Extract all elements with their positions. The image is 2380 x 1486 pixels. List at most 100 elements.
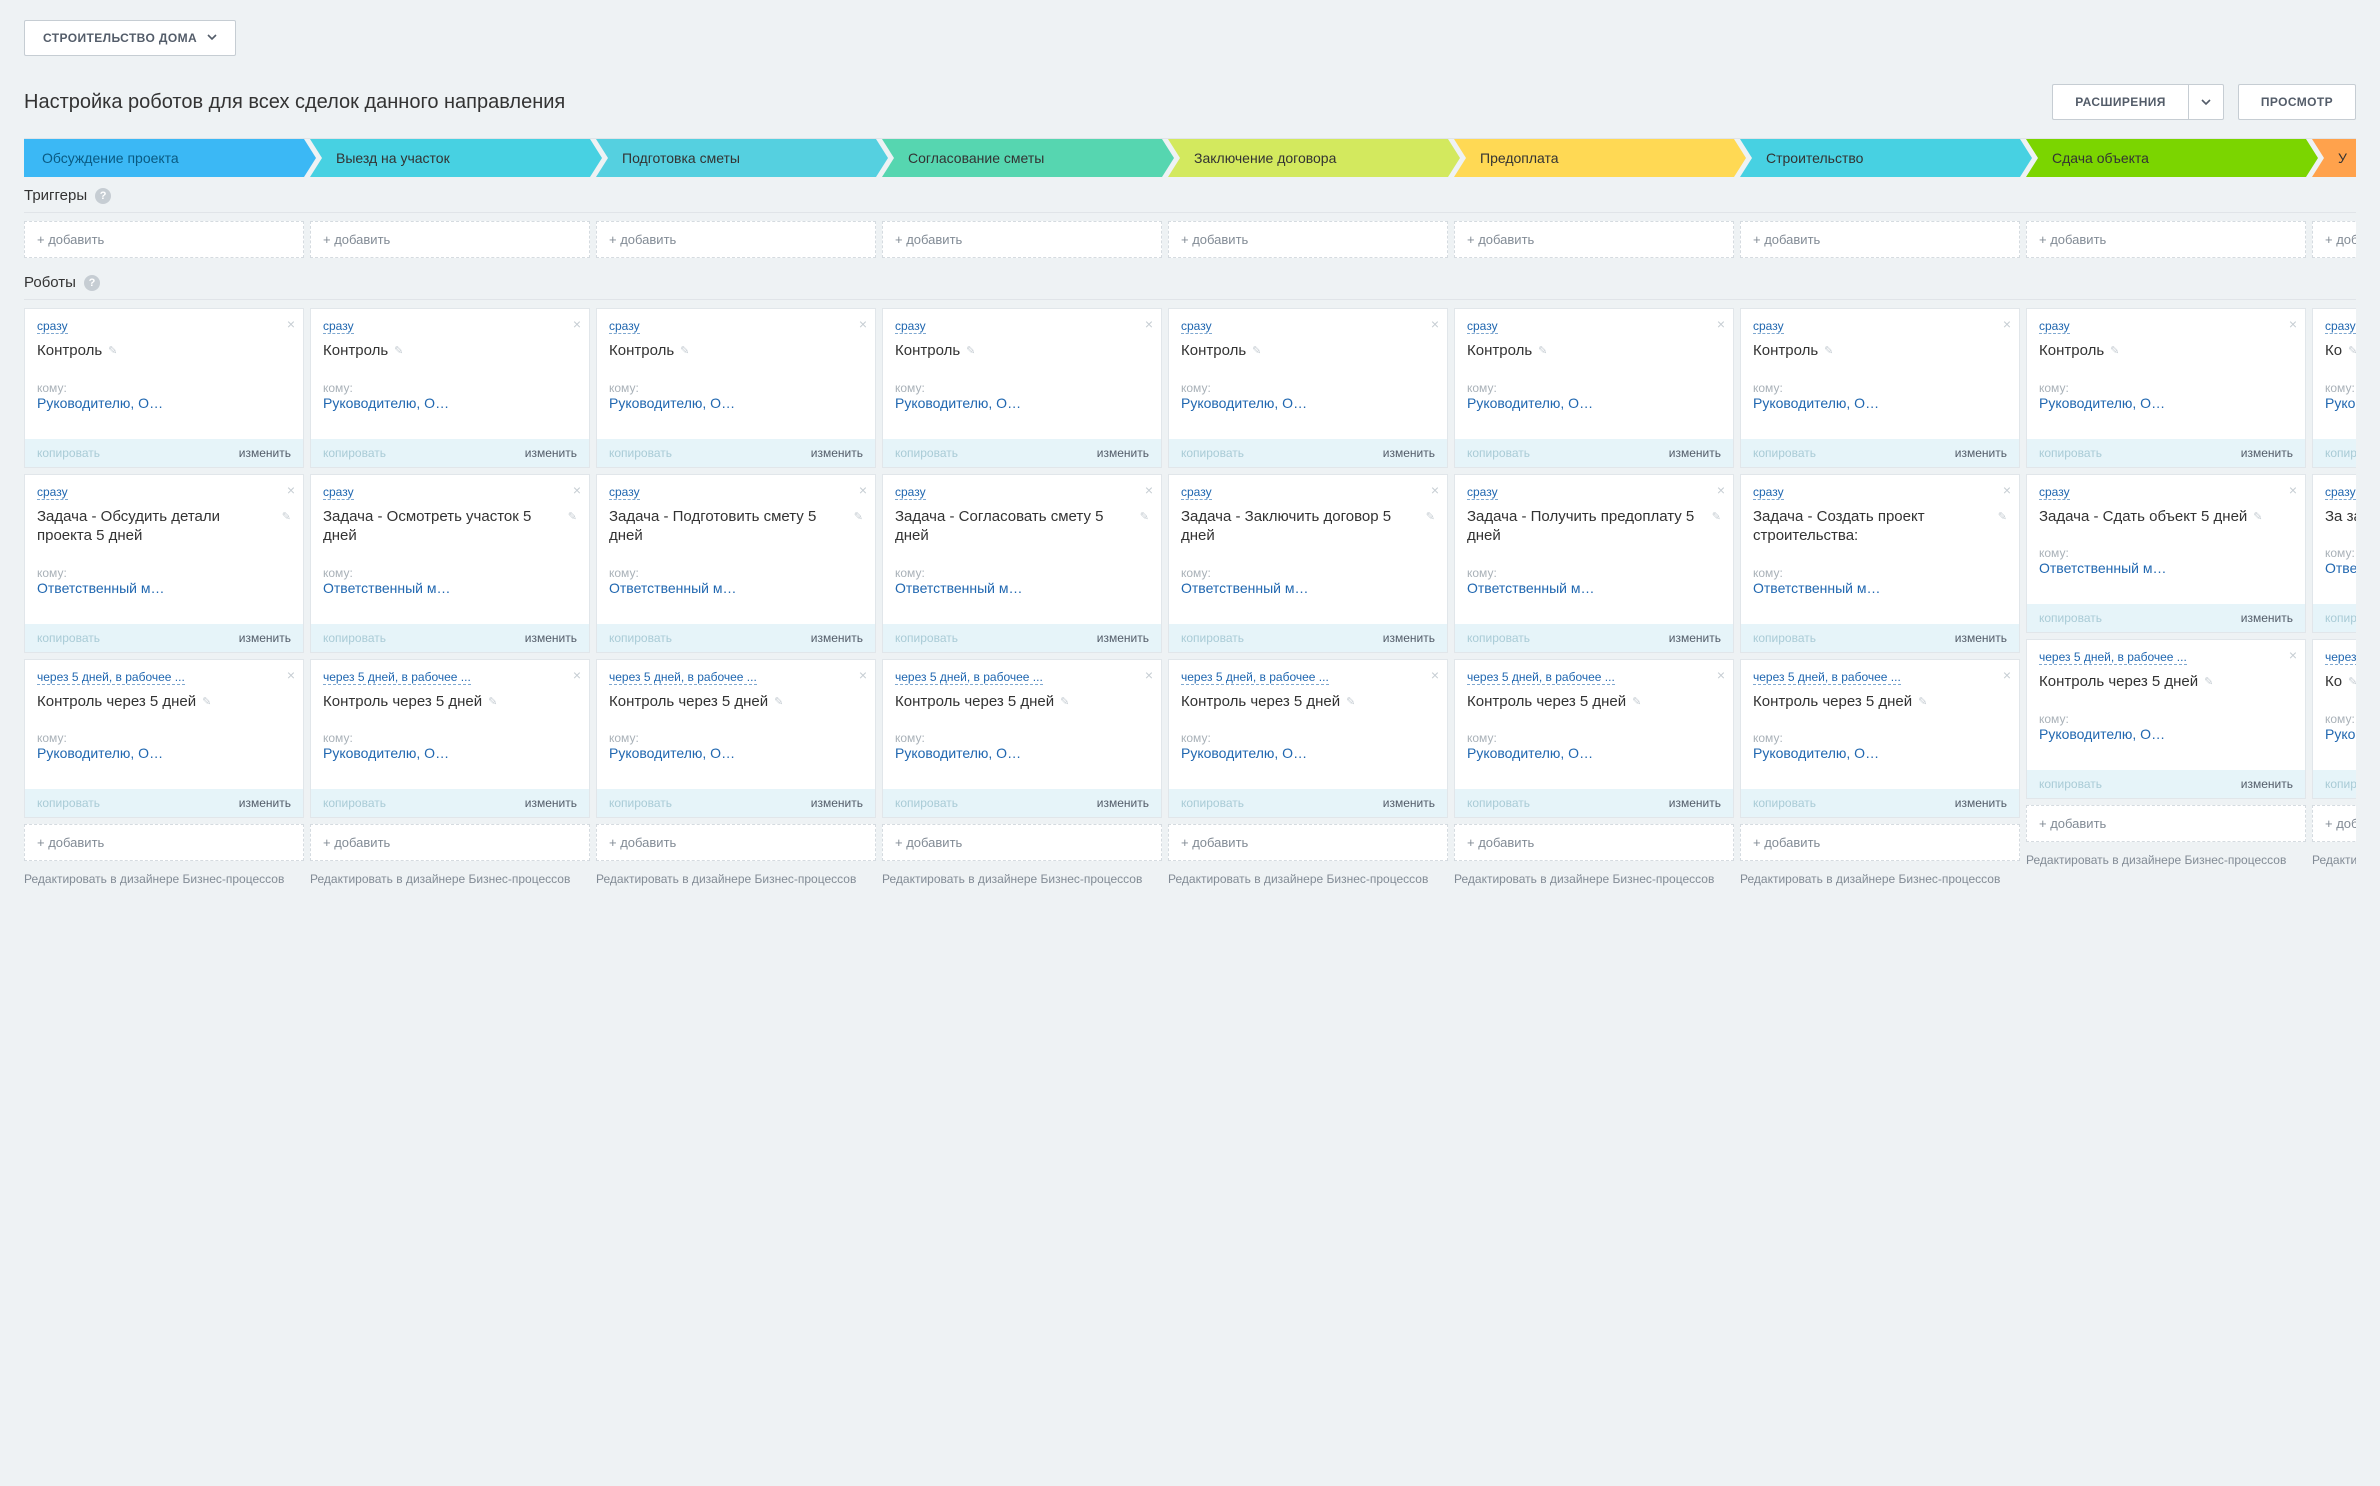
robot-timing-link[interactable]: через 5 дней, в рабочее ... <box>609 670 757 685</box>
robot-timing-link[interactable]: сразу <box>37 485 68 500</box>
pencil-icon[interactable]: ✎ <box>1632 695 1641 709</box>
recipient-link[interactable]: Руководителю, О… <box>1753 745 2007 761</box>
copy-button[interactable]: копировать <box>1181 796 1244 810</box>
add-trigger-button[interactable]: + добавить <box>310 221 590 258</box>
add-trigger-button[interactable]: + добавить <box>882 221 1162 258</box>
copy-button[interactable]: копировать <box>1181 631 1244 645</box>
stage-tab[interactable]: Подготовка сметы <box>596 139 876 177</box>
close-icon[interactable]: × <box>573 482 581 498</box>
pencil-icon[interactable]: ✎ <box>2110 344 2119 358</box>
copy-button[interactable]: копировать <box>323 631 386 645</box>
pencil-icon[interactable]: ✎ <box>202 695 211 709</box>
change-button[interactable]: изменить <box>1955 631 2007 645</box>
close-icon[interactable]: × <box>1145 316 1153 332</box>
robot-timing-link[interactable]: через 5 дней, в рабочее ... <box>1181 670 1329 685</box>
robot-timing-link[interactable]: сразу <box>1753 485 1784 500</box>
close-icon[interactable]: × <box>2289 316 2297 332</box>
robot-timing-link[interactable]: через 5 дней, в рабочее ... <box>1467 670 1615 685</box>
recipient-link[interactable]: Руководителю, О… <box>895 745 1149 761</box>
preview-button[interactable]: ПРОСМОТР <box>2238 84 2356 120</box>
recipient-link[interactable]: Ответственный м… <box>2325 560 2356 576</box>
recipient-link[interactable]: Руководителю, О… <box>323 395 577 411</box>
copy-button[interactable]: копировать <box>609 796 672 810</box>
designer-link[interactable]: Редактировать в дизайнере Бизнес-процесс… <box>1168 871 1448 888</box>
copy-button[interactable]: копировать <box>37 631 100 645</box>
recipient-link[interactable]: Руководителю, О… <box>1753 395 2007 411</box>
close-icon[interactable]: × <box>2003 667 2011 683</box>
close-icon[interactable]: × <box>573 316 581 332</box>
close-icon[interactable]: × <box>1145 667 1153 683</box>
robot-timing-link[interactable]: через 5 дней, в рабочее ... <box>37 670 185 685</box>
pencil-icon[interactable]: ✎ <box>1252 344 1261 358</box>
designer-link[interactable]: Редактировать в дизайнере Бизнес-процесс… <box>2312 852 2356 869</box>
robot-timing-link[interactable]: сразу <box>37 319 68 334</box>
close-icon[interactable]: × <box>287 316 295 332</box>
change-button[interactable]: изменить <box>525 446 577 460</box>
change-button[interactable]: изменить <box>525 796 577 810</box>
change-button[interactable]: изменить <box>239 796 291 810</box>
close-icon[interactable]: × <box>1717 316 1725 332</box>
robot-timing-link[interactable]: сразу <box>2325 485 2356 500</box>
change-button[interactable]: изменить <box>1955 446 2007 460</box>
change-button[interactable]: изменить <box>1097 446 1149 460</box>
stage-tab[interactable]: Строительство <box>1740 139 2020 177</box>
add-robot-button[interactable]: + добавить <box>882 824 1162 861</box>
recipient-link[interactable]: Ответственный м… <box>1467 580 1721 596</box>
change-button[interactable]: изменить <box>1097 631 1149 645</box>
add-robot-button[interactable]: + добавить <box>596 824 876 861</box>
add-trigger-button[interactable]: + добавить <box>2026 221 2306 258</box>
extensions-button[interactable]: РАСШИРЕНИЯ <box>2052 84 2188 120</box>
copy-button[interactable]: копировать <box>1467 796 1530 810</box>
designer-link[interactable]: Редактировать в дизайнере Бизнес-процесс… <box>24 871 304 888</box>
copy-button[interactable]: копировать <box>1467 631 1530 645</box>
close-icon[interactable]: × <box>287 482 295 498</box>
change-button[interactable]: изменить <box>1383 631 1435 645</box>
pencil-icon[interactable]: ✎ <box>1060 695 1069 709</box>
add-trigger-button[interactable]: + добавить <box>1168 221 1448 258</box>
help-icon[interactable]: ? <box>95 188 111 204</box>
change-button[interactable]: изменить <box>1955 796 2007 810</box>
robot-timing-link[interactable]: сразу <box>2325 319 2356 334</box>
pencil-icon[interactable]: ✎ <box>1712 510 1721 524</box>
recipient-link[interactable]: Ответственный м… <box>2039 560 2293 576</box>
close-icon[interactable]: × <box>859 316 867 332</box>
pencil-icon[interactable]: ✎ <box>680 344 689 358</box>
pencil-icon[interactable]: ✎ <box>1918 695 1927 709</box>
add-trigger-button[interactable]: + добавить <box>2312 221 2356 258</box>
close-icon[interactable]: × <box>2003 316 2011 332</box>
stage-tab[interactable]: Обсуждение проекта <box>24 139 304 177</box>
add-trigger-button[interactable]: + добавить <box>24 221 304 258</box>
robot-timing-link[interactable]: сразу <box>1181 485 1212 500</box>
stage-tab[interactable]: У <box>2312 139 2356 177</box>
stage-tab[interactable]: Сдача объекта <box>2026 139 2306 177</box>
close-icon[interactable]: × <box>2003 482 2011 498</box>
pencil-icon[interactable]: ✎ <box>1140 510 1149 524</box>
close-icon[interactable]: × <box>573 667 581 683</box>
recipient-link[interactable]: Руководителю, О… <box>2039 726 2293 742</box>
recipient-link[interactable]: Руководителю, О… <box>323 745 577 761</box>
add-robot-button[interactable]: + добавить <box>310 824 590 861</box>
copy-button[interactable]: копировать <box>2325 446 2356 460</box>
copy-button[interactable]: копировать <box>1753 631 1816 645</box>
pencil-icon[interactable]: ✎ <box>1426 510 1435 524</box>
copy-button[interactable]: копировать <box>895 796 958 810</box>
robot-timing-link[interactable]: сразу <box>895 485 926 500</box>
pencil-icon[interactable]: ✎ <box>774 695 783 709</box>
pencil-icon[interactable]: ✎ <box>2348 675 2356 689</box>
robot-timing-link[interactable]: сразу <box>323 485 354 500</box>
change-button[interactable]: изменить <box>1669 446 1721 460</box>
add-trigger-button[interactable]: + добавить <box>596 221 876 258</box>
designer-link[interactable]: Редактировать в дизайнере Бизнес-процесс… <box>1740 871 2020 888</box>
copy-button[interactable]: копировать <box>323 446 386 460</box>
copy-button[interactable]: копировать <box>323 796 386 810</box>
copy-button[interactable]: копировать <box>2325 611 2356 625</box>
copy-button[interactable]: копировать <box>2039 611 2102 625</box>
copy-button[interactable]: копировать <box>2325 777 2356 791</box>
add-robot-button[interactable]: + добавить <box>1454 824 1734 861</box>
pencil-icon[interactable]: ✎ <box>488 695 497 709</box>
pencil-icon[interactable]: ✎ <box>2348 344 2356 358</box>
stage-tab[interactable]: Заключение договора <box>1168 139 1448 177</box>
copy-button[interactable]: копировать <box>1181 446 1244 460</box>
recipient-link[interactable]: Руководителю, О… <box>609 395 863 411</box>
copy-button[interactable]: копировать <box>609 446 672 460</box>
